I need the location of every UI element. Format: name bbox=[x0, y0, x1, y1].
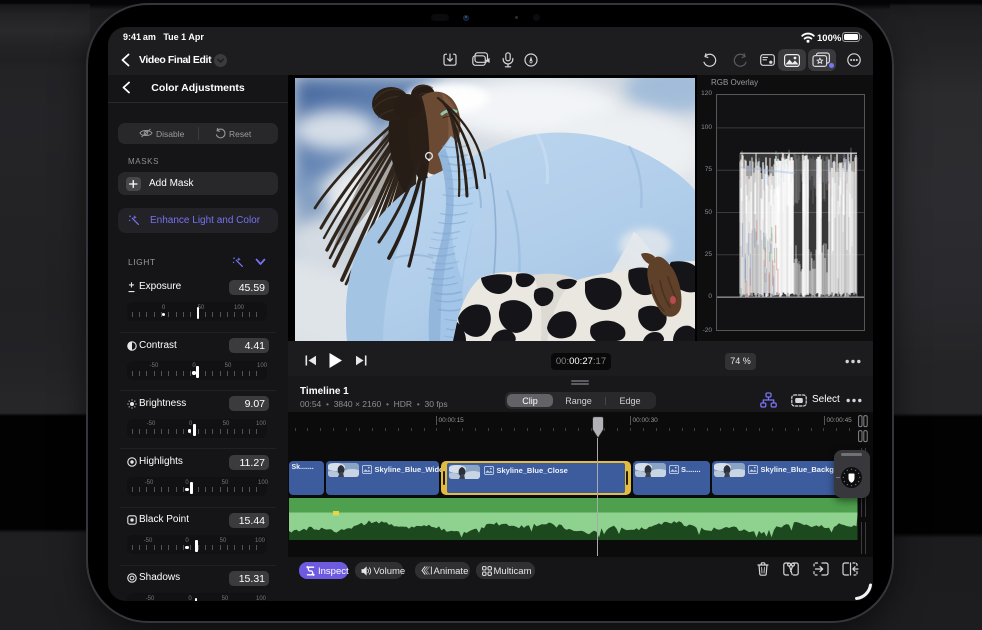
svg-text:100%: 100% bbox=[817, 33, 842, 44]
